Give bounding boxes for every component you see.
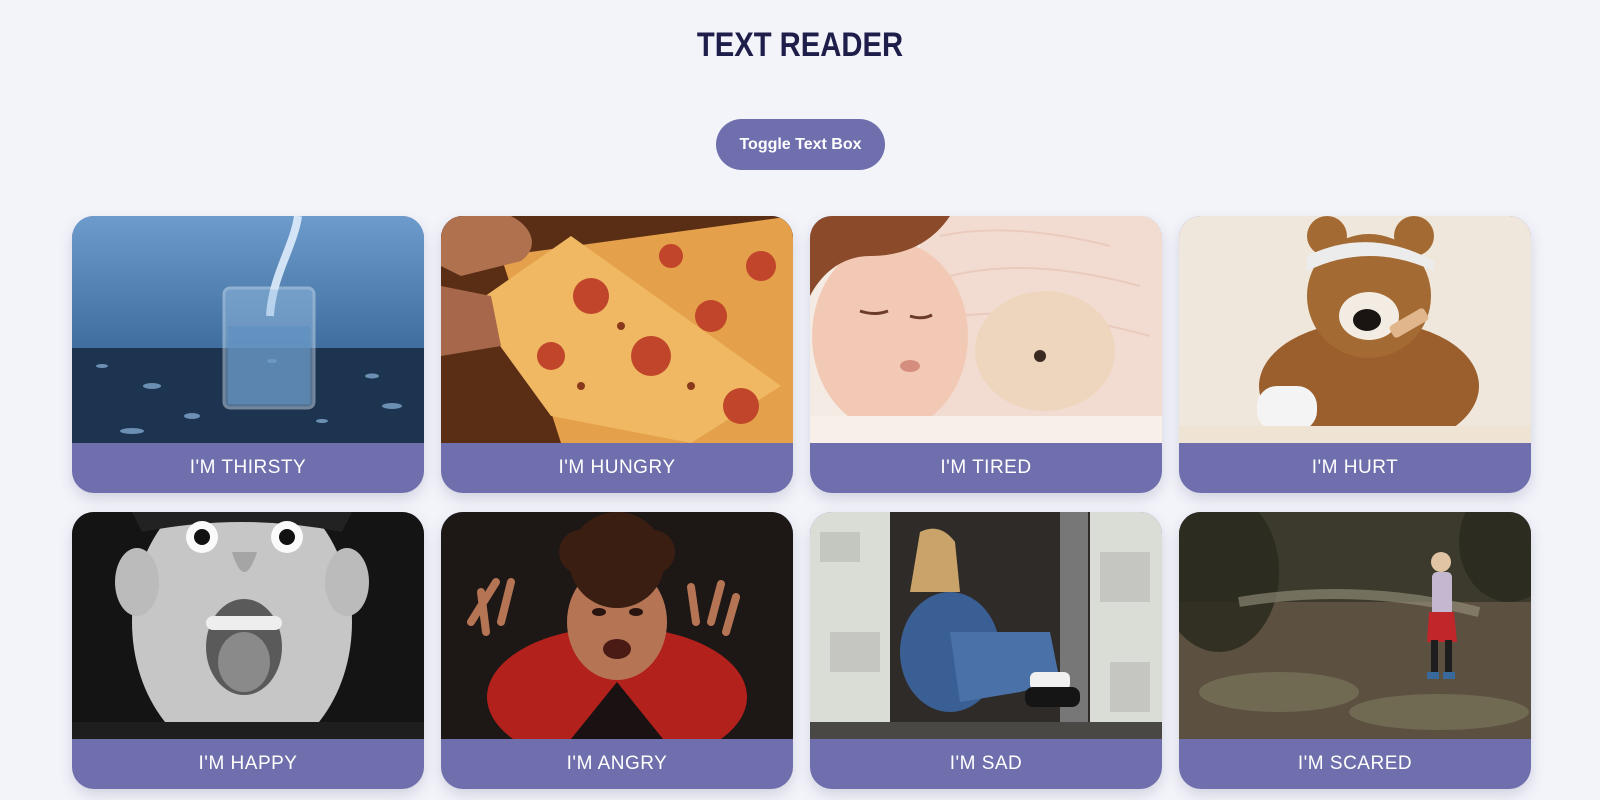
card-happy[interactable]: I'M HAPPY: [72, 512, 424, 789]
card-label: I'M HAPPY: [198, 753, 298, 774]
card-sad[interactable]: I'M SAD: [810, 512, 1162, 789]
card-label: I'M THIRSTY: [189, 457, 307, 478]
card-hurt[interactable]: I'M HURT: [1179, 216, 1531, 493]
card-scared[interactable]: I'M SCARED: [1179, 512, 1531, 789]
excited-boy-image: [72, 512, 424, 739]
page: TEXT READER Toggle Text Box I'M THIRSTY …: [0, 0, 1600, 800]
card-label: I'M HUNGRY: [558, 457, 676, 478]
card-label: I'M SCARED: [1297, 753, 1413, 774]
card-label: I'M SAD: [949, 753, 1023, 774]
card-grid: I'M THIRSTY I'M HUNGRY I'M TIRED I'M HUR…: [72, 216, 1531, 789]
sleeping-child-image: [810, 216, 1162, 443]
glass-of-water-image: [72, 216, 424, 443]
page-title: TEXT READER: [696, 26, 904, 64]
bandaged-teddy-image: [1179, 216, 1531, 443]
card-hungry[interactable]: I'M HUNGRY: [441, 216, 793, 493]
toggle-text-box-button[interactable]: Toggle Text Box: [716, 119, 885, 170]
pizza-slice-image: [441, 216, 793, 443]
card-label: I'M TIRED: [940, 457, 1032, 478]
card-label: I'M HURT: [1311, 457, 1399, 478]
card-thirsty[interactable]: I'M THIRSTY: [72, 216, 424, 493]
sad-child-image: [810, 512, 1162, 739]
card-tired[interactable]: I'M TIRED: [810, 216, 1162, 493]
angry-boy-image: [441, 512, 793, 739]
card-angry[interactable]: I'M ANGRY: [441, 512, 793, 789]
card-label: I'M ANGRY: [566, 753, 668, 774]
scared-child-image: [1179, 512, 1531, 739]
